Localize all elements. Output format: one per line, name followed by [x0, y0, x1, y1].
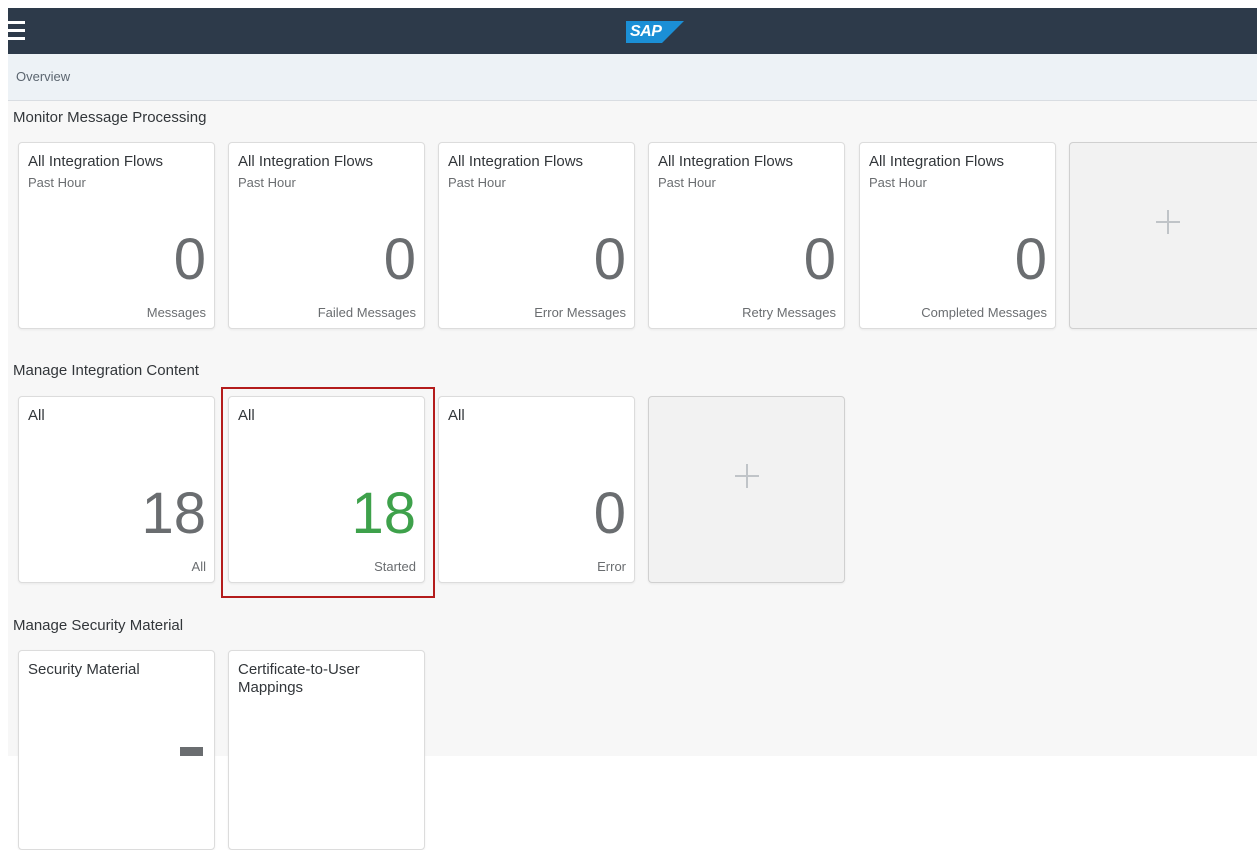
menu-icon[interactable]	[8, 21, 25, 41]
tile-error-messages[interactable]: All Integration Flows Past Hour 0 Error …	[438, 142, 635, 329]
section-title-security: Manage Security Material	[13, 617, 184, 634]
plus-icon	[734, 463, 759, 488]
tile-all-messages[interactable]: All Integration Flows Past Hour 0 Messag…	[18, 142, 215, 329]
tile-title: All	[28, 407, 45, 424]
add-tile-monitor[interactable]	[1069, 142, 1257, 329]
shell-bar: SAP	[8, 8, 1257, 54]
tile-unit: All	[191, 559, 206, 574]
tile-subtitle: Past Hour	[658, 175, 716, 190]
tile-value: 18	[141, 481, 206, 546]
tile-all-artifacts[interactable]: All 18 All	[18, 396, 215, 583]
tile-value: 0	[593, 227, 626, 292]
main-content: Overview Monitor Message Processing All …	[8, 54, 1257, 850]
tile-subtitle: Past Hour	[238, 175, 296, 190]
tile-unit: Started	[374, 559, 416, 574]
tile-subtitle: Past Hour	[869, 175, 927, 190]
tile-unit: Error Messages	[534, 305, 626, 320]
tile-started-artifacts[interactable]: All 18 Started	[228, 396, 425, 583]
tile-unit: Failed Messages	[317, 305, 416, 320]
sap-logo[interactable]: SAP	[626, 21, 684, 43]
tile-retry-messages[interactable]: All Integration Flows Past Hour 0 Retry …	[648, 142, 845, 329]
tile-value: 0	[383, 227, 416, 292]
tile-title: All Integration Flows	[658, 153, 794, 170]
tile-unit: Error	[597, 559, 626, 574]
plus-icon	[1155, 209, 1180, 234]
breadcrumb-bar: Overview	[8, 54, 1257, 101]
tile-error-artifacts[interactable]: All 0 Error	[438, 396, 635, 583]
tile-title: All Integration Flows	[869, 153, 1005, 170]
tile-title: Certificate-to-User Mappings	[238, 661, 360, 696]
tile-completed-messages[interactable]: All Integration Flows Past Hour 0 Comple…	[859, 142, 1056, 329]
tile-unit: Messages	[146, 305, 206, 320]
tile-subtitle: Past Hour	[28, 175, 86, 190]
tile-unit: Retry Messages	[742, 305, 836, 320]
tile-unit: Completed Messages	[921, 305, 1047, 320]
tile-title: All	[238, 407, 255, 424]
add-tile-manage[interactable]	[648, 396, 845, 583]
sap-logo-text: SAP	[630, 23, 662, 40]
tile-title: All Integration Flows	[28, 153, 164, 170]
tile-title: Security Material	[28, 661, 140, 678]
tile-value: 0	[173, 227, 206, 292]
breadcrumb-overview[interactable]: Overview	[16, 69, 70, 84]
tile-value: 18	[351, 481, 416, 546]
app-window: SAP Overview Monitor Message Processing …	[0, 0, 1257, 850]
tile-certificate-mappings[interactable]: Certificate-to-User Mappings	[228, 650, 425, 850]
tile-value: 0	[593, 481, 626, 546]
tile-title: All Integration Flows	[448, 153, 584, 170]
tile-failed-messages[interactable]: All Integration Flows Past Hour 0 Failed…	[228, 142, 425, 329]
section-title-monitor: Monitor Message Processing	[13, 109, 207, 126]
tile-value: 0	[1014, 227, 1047, 292]
tile-title: All Integration Flows	[238, 153, 374, 170]
tile-value: 0	[803, 227, 836, 292]
tile-subtitle: Past Hour	[448, 175, 506, 190]
section-title-manage-content: Manage Integration Content	[13, 362, 199, 379]
tile-value-partial	[180, 747, 203, 756]
tile-title: All	[448, 407, 465, 424]
